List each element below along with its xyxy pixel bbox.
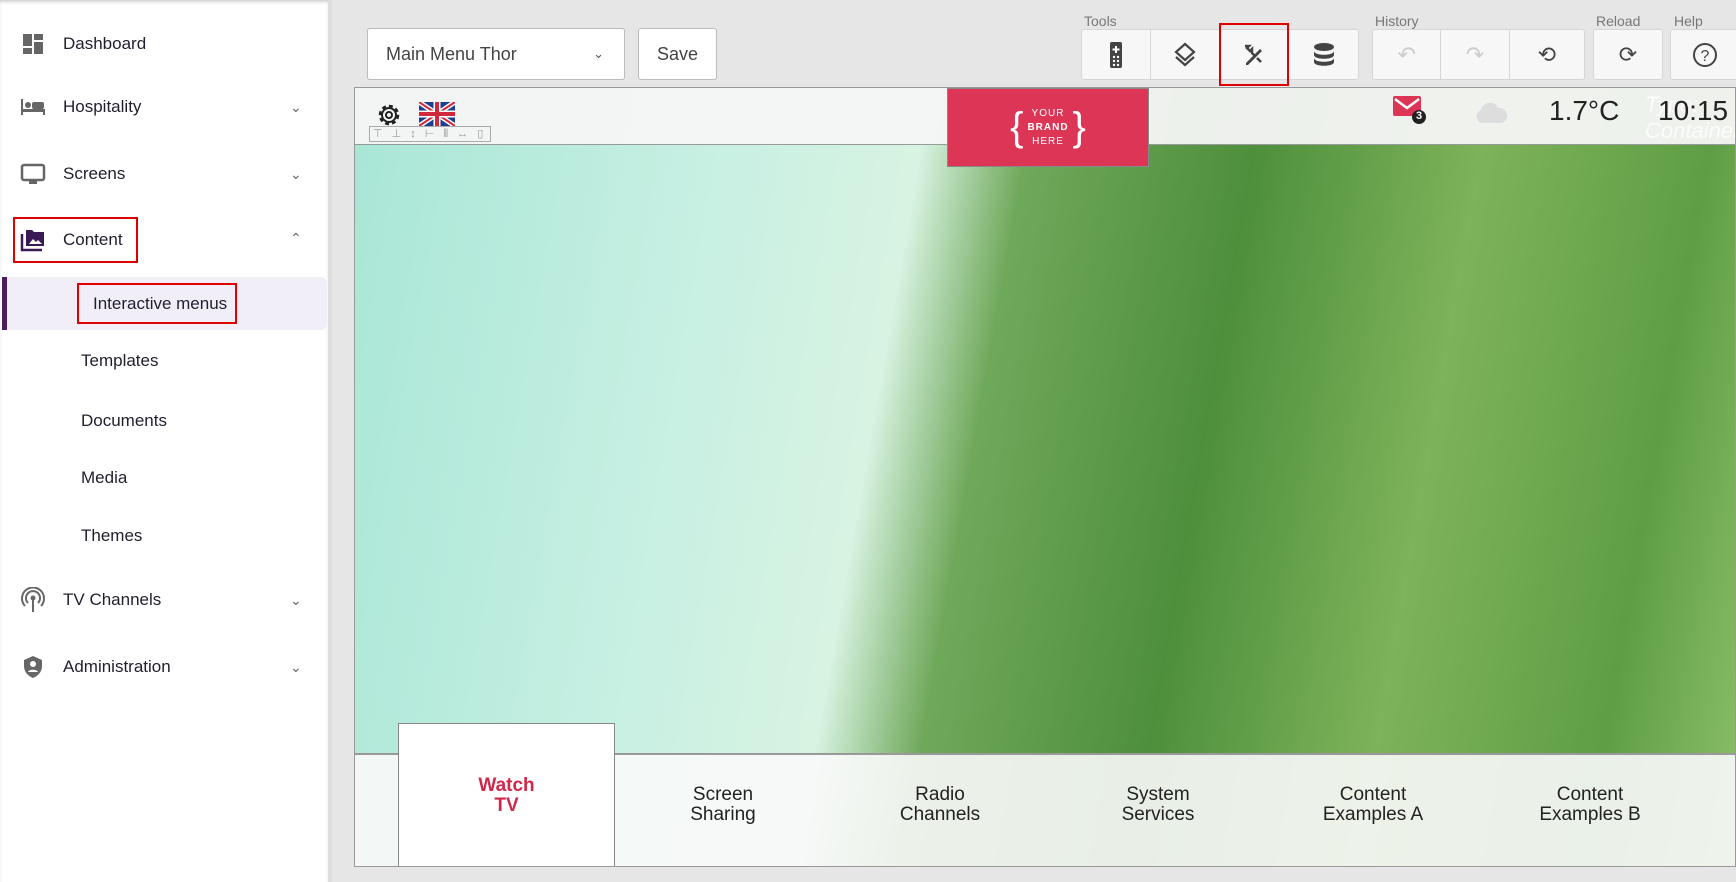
- menu-item-system-services[interactable]: System Services: [1068, 785, 1248, 825]
- shield-user-icon: [20, 654, 46, 680]
- reload-button[interactable]: ⟳: [1594, 30, 1662, 79]
- menu-item-content-examples-b[interactable]: Content Examples B: [1500, 785, 1680, 825]
- history-label: History: [1375, 13, 1419, 29]
- database-button[interactable]: [1289, 30, 1358, 79]
- chevron-down-icon[interactable]: ⌄: [290, 659, 302, 676]
- gear-icon[interactable]: [375, 101, 403, 129]
- save-button[interactable]: Save: [638, 28, 717, 80]
- chevron-down-icon[interactable]: ⌄: [290, 166, 302, 183]
- sidebar-item-hospitality[interactable]: Hospitality ⌄: [0, 79, 328, 135]
- menu-item-radio-channels[interactable]: Radio Channels: [850, 785, 1030, 825]
- align-toolbar[interactable]: ⊤ ⊥ ↕ ⊢ ⫴ ↔ ▯: [369, 126, 491, 142]
- mail-count-badge: 3: [1415, 110, 1423, 122]
- reload-group: ⟳: [1593, 29, 1663, 80]
- sidebar-item-tv-channels[interactable]: TV Channels ⌄: [0, 572, 328, 628]
- chevron-up-icon[interactable]: ⌃: [290, 230, 302, 247]
- bed-icon: [20, 94, 46, 120]
- help-icon: ?: [1693, 42, 1717, 67]
- tools-label: Tools: [1084, 13, 1117, 29]
- highlight-box: [77, 283, 237, 324]
- remote-icon: [1110, 41, 1122, 68]
- menu-select[interactable]: Main Menu Thor ⌄: [367, 28, 625, 80]
- sidebar-item-templates[interactable]: Templates: [0, 341, 328, 381]
- menu-item-screen-sharing[interactable]: Screen Sharing: [633, 785, 813, 825]
- uk-flag-icon[interactable]: [419, 102, 455, 126]
- sidebar-item-dashboard[interactable]: Dashboard: [0, 16, 328, 72]
- chevron-down-icon: ⌄: [593, 46, 604, 61]
- temperature: 1.7°C: [1549, 95, 1620, 126]
- broadcast-icon: [20, 587, 46, 613]
- help-label: Help: [1674, 13, 1703, 29]
- menu-preview-canvas[interactable]: ⊤ ⊥ ↕ ⊢ ⫴ ↔ ▯ 3 1.7°C Type: Container 10…: [354, 87, 1736, 867]
- history-button[interactable]: ⟲: [1510, 30, 1584, 79]
- database-icon: [1313, 42, 1334, 66]
- history-icon: ⟲: [1537, 41, 1557, 67]
- layers-button[interactable]: [1151, 30, 1220, 79]
- remote-control-button[interactable]: [1082, 30, 1151, 79]
- undo-icon: ↶: [1397, 41, 1416, 67]
- cloud-icon: [1476, 102, 1508, 123]
- sidebar-item-screens[interactable]: Screens ⌄: [0, 146, 328, 202]
- highlight-box: [1219, 23, 1289, 86]
- sidebar-item-themes[interactable]: Themes: [0, 516, 328, 556]
- monitor-icon: [20, 161, 46, 187]
- dashboard-icon: [20, 31, 46, 57]
- sidebar-item-documents[interactable]: Documents: [0, 401, 328, 441]
- undo-button[interactable]: ↶: [1373, 30, 1442, 79]
- layers-icon: [1174, 42, 1196, 66]
- reload-icon: ⟳: [1618, 41, 1638, 67]
- sidebar-item-administration[interactable]: Administration ⌄: [0, 639, 328, 695]
- menu-item-watch-tv[interactable]: Watch TV: [398, 723, 615, 866]
- reload-label: Reload: [1596, 13, 1641, 29]
- highlight-box: [13, 217, 138, 263]
- clock: 10:15: [1658, 95, 1729, 126]
- menu-item-content-examples-a[interactable]: Content Examples A: [1283, 785, 1463, 825]
- chevron-down-icon[interactable]: ⌄: [290, 592, 302, 609]
- redo-icon: ↷: [1465, 41, 1485, 67]
- redo-button[interactable]: ↷: [1441, 30, 1510, 79]
- help-button[interactable]: ?: [1671, 30, 1736, 79]
- brand-logo: { YOUR BRAND HERE }: [947, 88, 1149, 167]
- sidebar: Dashboard Hospitality ⌄ Screens ⌄ Conten…: [0, 0, 332, 882]
- sidebar-item-media[interactable]: Media: [0, 458, 328, 498]
- chevron-down-icon[interactable]: ⌄: [290, 99, 302, 116]
- help-group: ?: [1670, 29, 1736, 80]
- svg-text:?: ?: [1701, 48, 1710, 65]
- history-group: ↶ ↷ ⟲: [1372, 29, 1585, 80]
